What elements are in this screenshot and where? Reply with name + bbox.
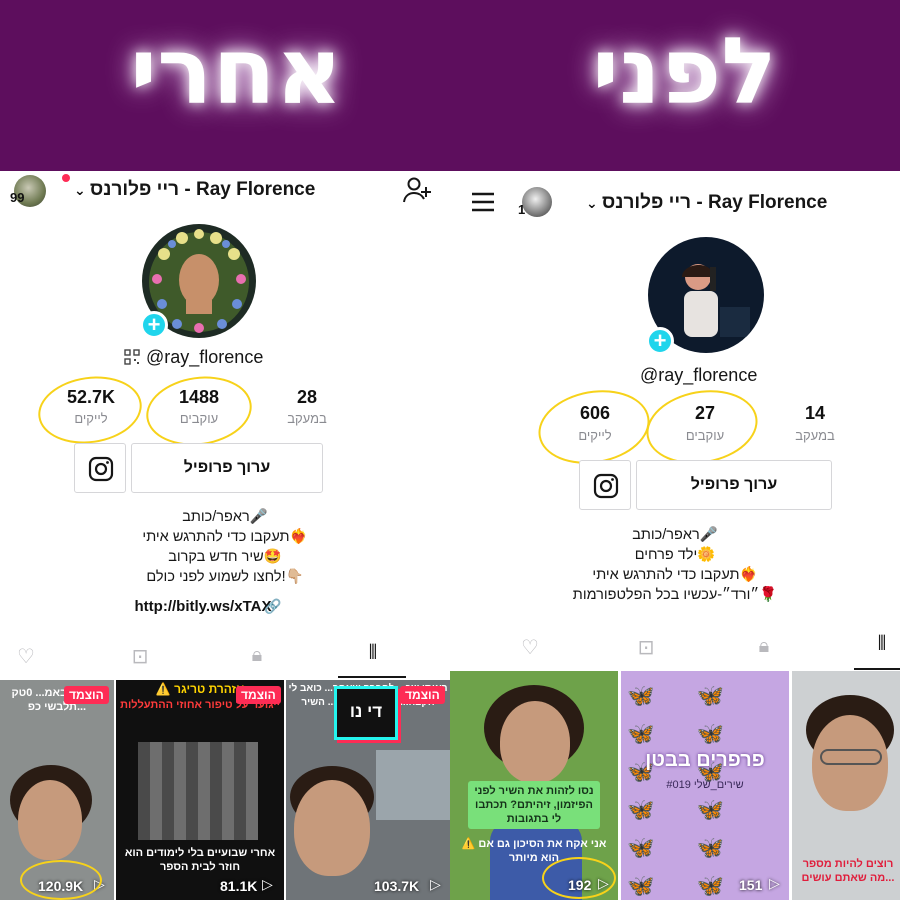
bio-line-1: ראפר/כותב🎤 <box>182 509 268 525</box>
chevron-down-icon[interactable]: ⌄ <box>74 182 86 199</box>
edit-profile-label: ערוך פרופיל <box>690 476 778 493</box>
video-thumbnail-2[interactable]: ⚠️ אזהרת טריגר ייגוער על טיפור אחוזי ההת… <box>116 680 284 900</box>
edit-profile-button[interactable]: ערוך פרופיל <box>636 460 832 510</box>
profile-handle: @ray_florence <box>146 347 264 367</box>
video-2-caption: אחרי שבועיים בלי לימודים הוא חוזר לבית ה… <box>124 847 276 873</box>
video-3-views: 103.7K <box>374 878 420 894</box>
edit-profile-button[interactable]: ערוך פרופיל <box>131 443 323 493</box>
highlight-circle-followers <box>141 369 257 453</box>
instagram-icon <box>88 456 114 482</box>
video-1-caption: נסו לזהות את השיר לפני הפיזמון, זיהיתם? … <box>468 781 600 829</box>
following-count[interactable]: 14 <box>770 403 860 424</box>
bio-line-2: ילד פרחים🌼 <box>634 547 716 563</box>
banner-after-word: אחרי <box>130 18 343 125</box>
highlight-circle-views <box>542 857 616 899</box>
notification-dot <box>62 174 70 182</box>
liked-videos-icon[interactable]: ♡ <box>510 635 550 660</box>
video-thumbnail-2[interactable]: 🦋 🦋 🦋 🦋 🦋 🦋 🦋 🦋 🦋 🦋 🦋 🦋 פרפרים בבטן #שיר… <box>621 671 789 900</box>
notification-count: 1 <box>518 202 526 217</box>
bio-line-2: תעקבו כדי להתרגש איתי❤️‍🔥 <box>142 529 308 545</box>
active-tab-indicator <box>854 668 900 670</box>
video-2-subtitle: #שירים_שלי 019 <box>666 779 744 791</box>
video-2-views: 151 <box>739 877 763 893</box>
instagram-button[interactable] <box>74 443 126 493</box>
bio-line-4: ״ורד״-עכשיו בכל הפלטפורמות🌹 <box>572 587 778 603</box>
play-icon: ▷ <box>769 875 780 891</box>
before-profile-panel: 1 ⌄ ריי פלורנס - Ray Florence + @ray_flo… <box>450 171 900 900</box>
active-tab-indicator <box>338 676 406 678</box>
link-icon: 🔗 <box>264 598 282 614</box>
background-room <box>376 750 450 820</box>
highlight-circle-likes <box>33 370 147 450</box>
pixelated-image <box>138 742 258 840</box>
favorites-icon[interactable]: ⊡ <box>120 644 160 669</box>
profile-title[interactable]: ריי פלורנס - Ray Florence <box>90 179 315 201</box>
instagram-icon <box>593 473 619 499</box>
add-user-icon[interactable] <box>402 175 432 205</box>
favorites-icon[interactable]: ⊡ <box>626 635 666 660</box>
menu-icon[interactable] <box>470 191 496 213</box>
add-story-button[interactable]: + <box>646 327 674 355</box>
bio-line-3: תעקבו כדי להתרגש איתי❤️‍🔥 <box>592 567 758 583</box>
instagram-button[interactable] <box>579 460 631 510</box>
private-icon[interactable]: 🔒︎ <box>744 635 784 658</box>
profile-title[interactable]: ריי פלורנס - Ray Florence <box>602 192 827 214</box>
video-thumbnail-1[interactable]: אני לא באמ... 0טק תלבשי כפ... הוצמד 120.… <box>0 680 114 900</box>
pinned-badge: הוצמד <box>236 686 281 704</box>
video-2-title: פרפרים בבטן <box>645 749 765 771</box>
chevron-down-icon[interactable]: ⌄ <box>586 195 598 212</box>
profile-handle: @ray_florence <box>640 365 758 385</box>
following-count[interactable]: 28 <box>262 387 352 408</box>
notification-count: 99 <box>10 190 25 205</box>
bio-line-4: לחצו לשמוע לפני כולם!👇🏼 <box>146 569 304 585</box>
videos-grid-icon[interactable]: ⫴ <box>862 633 900 656</box>
play-icon: ▷ <box>430 876 441 892</box>
video-2-views: 81.1K <box>220 878 258 894</box>
edit-profile-label: ערוך פרופיל <box>183 459 271 476</box>
liked-videos-icon[interactable]: ♡ <box>6 644 46 669</box>
videos-grid-icon[interactable]: ⫴ <box>353 642 393 665</box>
glasses <box>820 749 882 765</box>
qr-code-icon[interactable] <box>124 349 140 365</box>
add-story-button[interactable]: + <box>140 311 168 339</box>
video-thumbnail-3[interactable]: ראיתי שכ... לחברה שאחר... כואב לי הקצה..… <box>286 680 450 900</box>
banner-before-word: לפני <box>592 18 777 125</box>
video-3-caption: רוצים להיות מספר ...מה שאתם עושים <box>801 858 895 884</box>
pinned-badge: הוצמד <box>64 686 109 704</box>
video-thumbnail-3[interactable]: רוצים להיות מספר ...מה שאתם עושים <box>792 671 900 900</box>
video-thumbnail-1[interactable]: נסו לזהות את השיר לפני הפיזמון, זיהיתם? … <box>450 671 618 900</box>
channel-logo: די נו <box>334 686 398 740</box>
bio-link[interactable]: http://bitly.ws/xTAX <box>0 598 428 615</box>
account-avatar[interactable] <box>522 187 552 217</box>
pinned-badge: הוצמד <box>400 686 445 704</box>
play-icon: ▷ <box>262 876 273 892</box>
after-profile-panel: 99 ⌄ ריי פלורנס - Ray Florence + @ray_fl… <box>0 171 450 900</box>
bio-line-3: שיר חדש בקרוב🤩 <box>168 549 282 565</box>
highlight-circle-followers <box>640 381 764 473</box>
following-label[interactable]: במעקב <box>770 428 860 443</box>
following-label[interactable]: במעקב <box>262 411 352 426</box>
highlight-circle-views <box>20 860 102 900</box>
banner: אחרי לפני <box>0 0 900 171</box>
private-icon[interactable]: 🔒︎ <box>237 644 277 667</box>
bio-line-1: ראפר/כותב🎤 <box>632 527 718 543</box>
highlight-circle-likes <box>532 381 656 473</box>
